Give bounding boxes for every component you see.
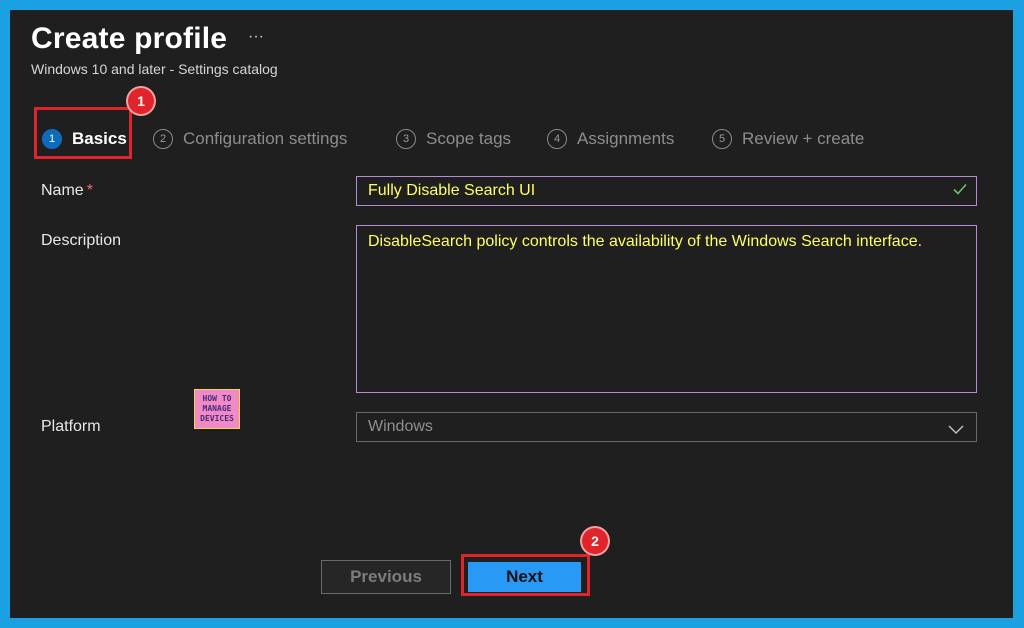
annotation-badge-1: 1: [128, 88, 154, 114]
step-label-review-create: Review + create: [742, 129, 865, 148]
create-profile-pane: Create profile ··· Windows 10 and later …: [10, 10, 1013, 618]
more-options-button[interactable]: ···: [248, 28, 264, 46]
tab-configuration-settings[interactable]: 2 Configuration settings: [153, 127, 347, 151]
step-label-assignments: Assignments: [577, 129, 675, 148]
step-label-scope-tags: Scope tags: [426, 129, 512, 148]
step-number-5: 5: [712, 129, 732, 149]
platform-select[interactable]: Windows: [356, 412, 977, 442]
description-textarea[interactable]: DisableSearch policy controls the availa…: [356, 225, 977, 393]
step-number-2: 2: [153, 129, 173, 149]
name-label-text: Name: [41, 182, 84, 199]
logo-line-1: HOW TO: [202, 394, 232, 403]
page-subtitle: Windows 10 and later - Settings catalog: [31, 61, 278, 77]
how-to-manage-devices-logo: HOW TO MANAGE DEVICES: [194, 389, 240, 429]
next-button[interactable]: Next: [468, 562, 581, 592]
name-input[interactable]: Fully Disable Search UI: [356, 176, 977, 206]
chevron-down-icon: [948, 422, 964, 440]
annotation-badge-2: 2: [582, 528, 608, 554]
name-label: Name *: [41, 182, 93, 200]
tab-scope-tags[interactable]: 3 Scope tags: [396, 127, 511, 151]
tab-assignments[interactable]: 4 Assignments: [547, 127, 674, 151]
platform-select-value: Windows: [368, 418, 433, 435]
tab-review-create[interactable]: 5 Review + create: [712, 127, 864, 151]
step-number-1: 1: [42, 129, 62, 149]
logo-line-3: DEVICES: [200, 414, 234, 423]
checkmark-icon: [952, 181, 968, 202]
page-title: Create profile: [31, 22, 228, 55]
description-label: Description: [41, 232, 122, 249]
step-label-basics: Basics: [72, 129, 127, 148]
step-number-3: 3: [396, 129, 416, 149]
platform-label: Platform: [41, 418, 101, 435]
required-marker: *: [86, 182, 93, 199]
previous-button[interactable]: Previous: [321, 560, 451, 594]
name-input-value: Fully Disable Search UI: [368, 182, 536, 199]
step-number-4: 4: [547, 129, 567, 149]
step-label-configuration-settings: Configuration settings: [183, 129, 348, 148]
description-value: DisableSearch policy controls the availa…: [368, 233, 923, 250]
logo-line-2: MANAGE: [202, 404, 232, 413]
tab-basics[interactable]: 1 Basics: [42, 127, 127, 151]
